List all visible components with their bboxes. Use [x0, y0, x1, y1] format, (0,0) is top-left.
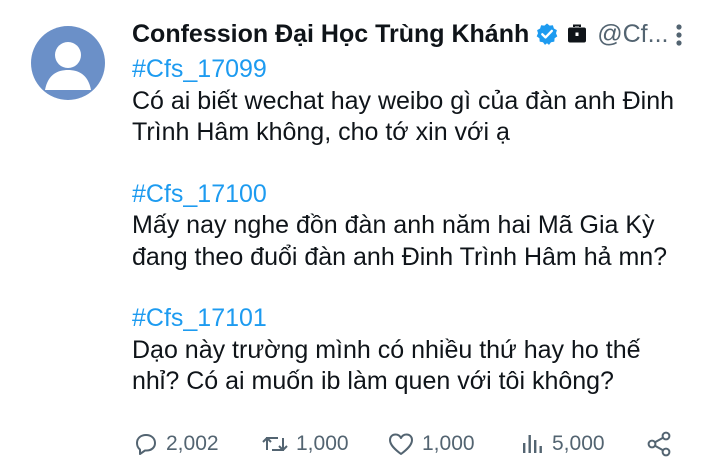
view-count: 5,000 [552, 432, 605, 455]
account-name[interactable]: Confession Đại Học Trùng Khánh [132, 20, 529, 49]
post-text-line: nhỉ? Có ai muốn ib làm quen với tôi khôn… [132, 367, 614, 395]
like-button[interactable]: 1,000 [386, 430, 475, 458]
account-handle[interactable]: @Cf... [597, 20, 668, 49]
hashtag-link[interactable]: #Cfs_17099 [132, 54, 692, 86]
share-button[interactable] [644, 430, 674, 458]
briefcase-icon [565, 22, 589, 46]
retweet-icon [262, 437, 288, 451]
like-count: 1,000 [422, 432, 475, 455]
post-text-line: Có ai biết wechat hay weibo gì của đàn a… [132, 86, 675, 115]
tweet-actions: 2,002 1,000 1,000 5,000 [132, 430, 692, 464]
hashtag-link[interactable]: #Cfs_17101 [132, 303, 692, 335]
retweet-button[interactable]: 1,000 [260, 430, 349, 458]
views-button[interactable]: 5,000 [518, 430, 605, 458]
avatar[interactable] [31, 26, 105, 100]
reply-button[interactable]: 2,002 [132, 430, 219, 458]
verified-badge-icon [535, 22, 559, 46]
heart-icon [389, 433, 413, 455]
reply-count: 2,002 [166, 432, 219, 455]
reply-icon [136, 434, 156, 455]
hashtag-link[interactable]: #Cfs_17100 [132, 179, 692, 211]
post-text-line: Mấy nay nghe đồn đàn anh năm hai Mã Gia … [132, 211, 655, 239]
default-avatar-icon [45, 42, 91, 90]
tweet-body: #Cfs_17099 Có ai biết wechat hay weibo g… [132, 54, 692, 398]
post-text-line: Trình Hâm không, cho tớ xin với ạ [132, 118, 510, 146]
views-bar-chart-icon [523, 435, 542, 453]
post-text-line: Dạo này trường mình có nhiều thứ hay ho … [132, 335, 641, 364]
tweet-header: Confession Đại Học Trùng Khánh @Cf... [132, 14, 692, 54]
post-text-line: đang theo đuổi đàn anh Đinh Trình Hâm hả… [132, 242, 668, 271]
retweet-count: 1,000 [296, 432, 349, 455]
more-options-icon[interactable] [668, 22, 690, 53]
tweet: Confession Đại Học Trùng Khánh @Cf... #C… [132, 14, 692, 398]
share-icon [647, 431, 671, 457]
